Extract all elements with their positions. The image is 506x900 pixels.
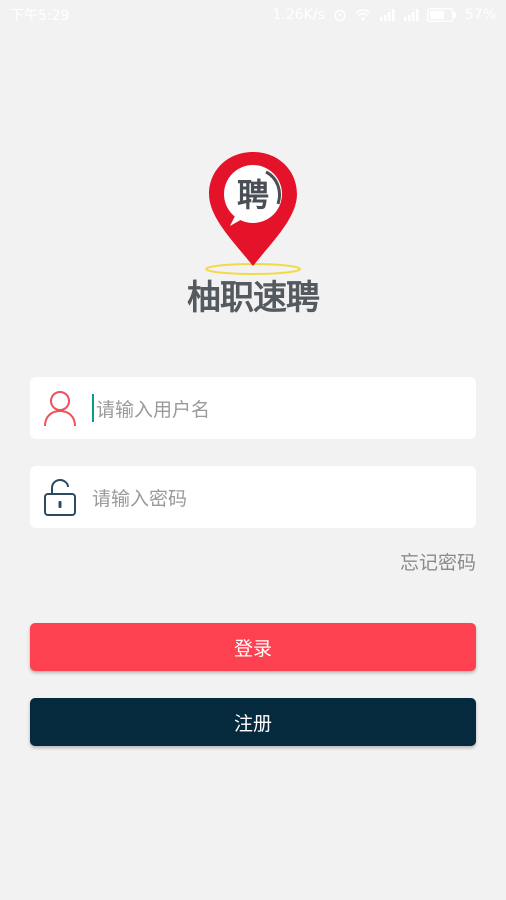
register-button[interactable]: 注册 bbox=[30, 698, 476, 746]
password-placeholder: 请输入密码 bbox=[92, 487, 188, 510]
username-input[interactable]: 请输入用户名 bbox=[92, 388, 476, 428]
text-cursor bbox=[92, 394, 94, 422]
status-battery-percent: 57% bbox=[464, 7, 496, 23]
battery-icon bbox=[426, 8, 457, 22]
username-placeholder: 请输入用户名 bbox=[96, 398, 211, 421]
login-button[interactable]: 登录 bbox=[30, 623, 476, 671]
alarm-icon bbox=[333, 8, 347, 22]
wifi-icon bbox=[355, 9, 371, 21]
location-pin-icon: 聘 bbox=[204, 148, 302, 278]
status-time: 下午5:29 bbox=[10, 8, 70, 24]
signal-icon-2 bbox=[403, 9, 419, 21]
forgot-password-link[interactable]: 忘记密码 bbox=[400, 548, 476, 575]
app-name: 柚职速聘 bbox=[187, 278, 320, 318]
lock-icon bbox=[42, 477, 78, 517]
password-input[interactable]: 请输入密码 bbox=[92, 477, 476, 517]
user-icon bbox=[42, 388, 78, 428]
username-field[interactable]: 请输入用户名 bbox=[30, 377, 476, 439]
signal-icon bbox=[379, 9, 395, 21]
app-logo: 聘 柚职速聘 bbox=[0, 148, 506, 323]
logo-badge-char: 聘 bbox=[237, 176, 269, 214]
status-net-speed: 1.26K/s bbox=[272, 7, 325, 23]
status-bar: 下午5:29 1.26K/s 57% bbox=[0, 0, 506, 30]
status-right-group: 1.26K/s 57% bbox=[273, 7, 497, 23]
password-field[interactable]: 请输入密码 bbox=[30, 466, 476, 528]
